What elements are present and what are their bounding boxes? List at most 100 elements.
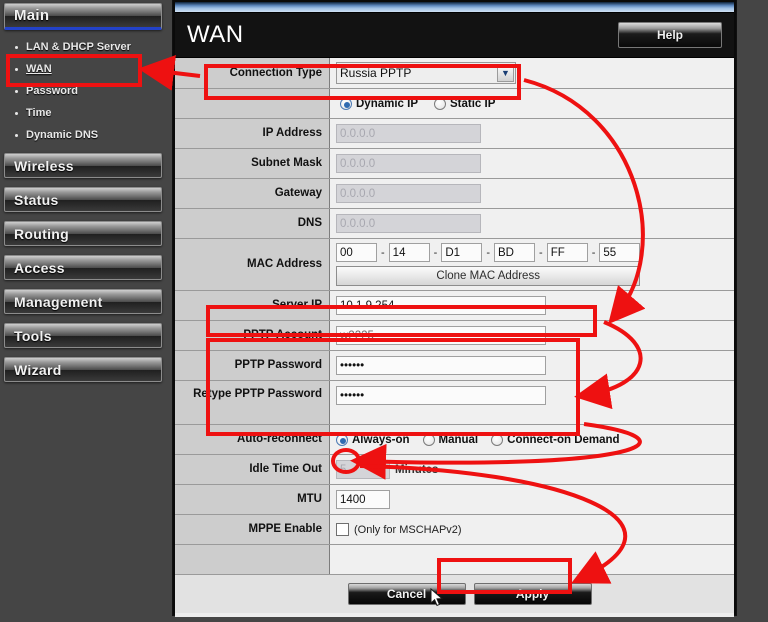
subnet-mask-input[interactable]	[336, 154, 481, 173]
connection-type-select-wrapper[interactable]: Russia PPTP ▼	[336, 62, 516, 84]
mac-octet-3[interactable]	[441, 243, 483, 262]
row-action-buttons: Cancel Apply	[175, 575, 734, 613]
sidebar-section-label: Routing	[14, 225, 69, 242]
sidebar-item-time[interactable]: Time	[14, 102, 162, 124]
ip-mode-label-spacer	[175, 89, 330, 118]
sidebar-section-label: Status	[14, 191, 59, 208]
window-accent-bar	[175, 2, 734, 13]
row-gateway: Gateway	[175, 179, 734, 209]
sidebar-section-access[interactable]: Access	[4, 255, 162, 280]
sidebar-item-label: Password	[26, 85, 78, 97]
radio-label: Manual	[438, 433, 479, 446]
row-connection-type: Connection Type Russia PPTP ▼	[175, 58, 734, 89]
sidebar-section-label: Access	[14, 259, 65, 276]
mtu-label: MTU	[175, 485, 330, 514]
radio-manual[interactable]: Manual	[422, 433, 479, 446]
clone-mac-address-button[interactable]: Clone MAC Address	[336, 266, 641, 286]
row-retype-pptp-password: Retype PPTP Password	[175, 381, 734, 425]
sidebar-section-management[interactable]: Management	[4, 289, 162, 314]
mac-separator: -	[381, 246, 385, 259]
radio-connect-on-demand[interactable]: Connect-on Demand	[491, 433, 620, 446]
sidebar-section-label: Tools	[14, 327, 52, 344]
pptp-password-input[interactable]	[336, 356, 546, 375]
sidebar-item-password[interactable]: Password	[14, 80, 162, 102]
row-pptp-account: PPTP Account	[175, 321, 734, 351]
mac-octet-6[interactable]	[599, 243, 641, 262]
sidebar-section-label: Management	[14, 293, 103, 310]
ip-address-label: IP Address	[175, 119, 330, 148]
idle-time-out-input[interactable]	[336, 460, 390, 479]
mac-separator: -	[591, 246, 596, 259]
radio-always-on[interactable]: Always-on	[336, 433, 410, 446]
page-header: WAN Help	[175, 13, 734, 57]
page-title: WAN	[187, 21, 244, 48]
radio-label: Static IP	[450, 97, 496, 110]
sidebar-item-label: Time	[26, 107, 52, 119]
retype-pptp-password-label: Retype PPTP Password	[175, 381, 330, 424]
sidebar-section-wireless[interactable]: Wireless	[4, 153, 162, 178]
row-dns: DNS	[175, 209, 734, 239]
row-server-ip: Server IP	[175, 291, 734, 321]
sidebar-item-wan[interactable]: WAN	[14, 58, 162, 80]
sidebar-section-tools[interactable]: Tools	[4, 323, 162, 348]
radio-dynamic-ip[interactable]: Dynamic IP	[340, 97, 418, 110]
subnet-mask-label: Subnet Mask	[175, 149, 330, 178]
idle-time-out-label: Idle Time Out	[175, 455, 330, 484]
retype-pptp-password-input[interactable]	[336, 386, 546, 405]
sidebar-submenu-main: LAN & DHCP Server WAN Password Time Dyna…	[4, 32, 162, 153]
connection-type-select[interactable]: Russia PPTP	[336, 62, 516, 84]
radio-dot-icon	[336, 433, 348, 446]
row-mac-address: MAC Address - - - - -	[175, 239, 734, 291]
mac-separator: -	[539, 246, 543, 259]
router-config-window: WAN Help Connection Type Russia PPTP ▼ D…	[173, 0, 736, 617]
row-mppe-enable: MPPE Enable (Only for MSCHAPv2)	[175, 515, 734, 545]
sidebar-section-main[interactable]: Main	[4, 3, 162, 30]
sidebar-item-label: LAN & DHCP Server	[26, 41, 131, 53]
mac-address-octets: - - - - -	[336, 243, 641, 262]
sidebar-section-label: Wireless	[14, 157, 74, 174]
idle-time-out-unit: Minutes	[395, 463, 439, 476]
server-ip-input[interactable]	[336, 296, 546, 315]
help-button[interactable]: Help	[618, 22, 722, 48]
mac-octet-4[interactable]	[494, 243, 536, 262]
mppe-enable-label: MPPE Enable	[175, 515, 330, 544]
cancel-button[interactable]: Cancel	[347, 583, 466, 605]
radio-label: Always-on	[352, 433, 410, 446]
mac-octet-5[interactable]	[546, 243, 588, 262]
auto-reconnect-label: Auto-reconnect	[175, 425, 330, 454]
pptp-password-label: PPTP Password	[175, 351, 330, 380]
apply-button[interactable]: Apply	[473, 583, 592, 605]
mppe-enable-checkbox[interactable]	[336, 523, 349, 536]
mac-octet-1[interactable]	[336, 243, 377, 262]
ip-address-input[interactable]	[336, 124, 481, 143]
sidebar-section-routing[interactable]: Routing	[4, 221, 162, 246]
sidebar-item-label: Dynamic DNS	[26, 129, 99, 141]
mppe-enable-note: (Only for MSCHAPv2)	[354, 523, 462, 536]
mac-address-label: MAC Address	[175, 239, 330, 290]
radio-dot-icon	[422, 433, 435, 446]
server-ip-label: Server IP	[175, 291, 330, 320]
sidebar-item-dynamic-dns[interactable]: Dynamic DNS	[14, 124, 162, 146]
sidebar-section-status[interactable]: Status	[4, 187, 162, 212]
sidebar-item-lan-dhcp-server[interactable]: LAN & DHCP Server	[14, 36, 162, 58]
sidebar-section-wizard[interactable]: Wizard	[4, 357, 162, 382]
connection-type-label: Connection Type	[175, 58, 330, 88]
row-spacer	[175, 545, 734, 575]
mtu-input[interactable]	[336, 490, 390, 509]
sidebar-item-label: WAN	[26, 63, 52, 75]
radio-static-ip[interactable]: Static IP	[434, 97, 496, 110]
sidebar: Main LAN & DHCP Server WAN Password Time…	[0, 0, 166, 622]
pptp-account-input[interactable]	[336, 326, 546, 345]
mac-separator: -	[433, 246, 438, 259]
mac-octet-2[interactable]	[388, 243, 430, 262]
row-idle-time-out: Idle Time Out Minutes	[175, 455, 734, 485]
radio-dot-icon	[434, 97, 446, 110]
row-mtu: MTU	[175, 485, 734, 515]
gateway-label: Gateway	[175, 179, 330, 208]
gateway-input[interactable]	[336, 184, 481, 203]
radio-label: Connect-on Demand	[507, 433, 620, 446]
row-ip-address: IP Address	[175, 119, 734, 149]
dns-input[interactable]	[336, 214, 481, 233]
sidebar-section-label: Main	[14, 7, 50, 24]
radio-label: Dynamic IP	[356, 97, 418, 110]
